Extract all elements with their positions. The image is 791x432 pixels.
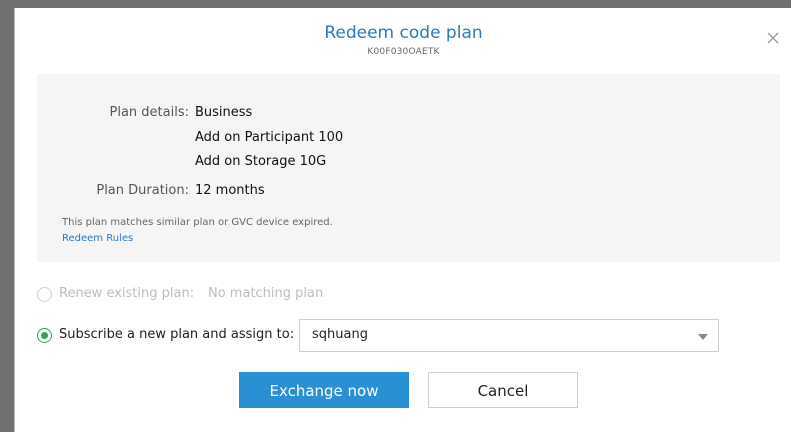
plan-details-value: Business	[195, 105, 253, 120]
backdrop	[0, 0, 791, 8]
backdrop-left	[0, 0, 14, 432]
assignee-select[interactable]: sqhuang	[299, 319, 719, 352]
renew-status: No matching plan	[208, 286, 324, 301]
plan-addon-storage: Add on Storage 10G	[195, 154, 327, 169]
dialog-header: Redeem code plan K00F030OAETK	[15, 8, 791, 70]
plan-match-note: This plan matches similar plan or GVC de…	[62, 217, 333, 228]
plan-addon-participant: Add on Participant 100	[195, 130, 344, 145]
redeem-rules-link[interactable]: Redeem Rules	[62, 232, 133, 246]
assignee-value: sqhuang	[312, 327, 368, 342]
chevron-down-icon	[698, 334, 708, 340]
subscribe-label: Subscribe a new plan and assign to:	[59, 327, 295, 342]
cancel-button[interactable]: Cancel	[428, 372, 578, 408]
plan-duration-label: Plan Duration:	[96, 183, 189, 198]
plan-details-label: Plan details:	[109, 105, 189, 120]
dialog-title: Redeem code plan	[324, 23, 483, 43]
subscribe-radio[interactable]	[37, 328, 52, 343]
plan-details-panel: Plan details: Business Add on Participan…	[37, 74, 780, 262]
redeem-code: K00F030OAETK	[367, 47, 440, 57]
redeem-code-dialog: Redeem code plan K00F030OAETK Plan detai…	[14, 8, 791, 432]
close-icon[interactable]	[766, 30, 780, 44]
renew-label: Renew existing plan:	[59, 286, 195, 301]
plan-duration-value: 12 months	[195, 183, 265, 198]
renew-radio	[37, 287, 52, 302]
exchange-now-button[interactable]: Exchange now	[239, 372, 409, 408]
